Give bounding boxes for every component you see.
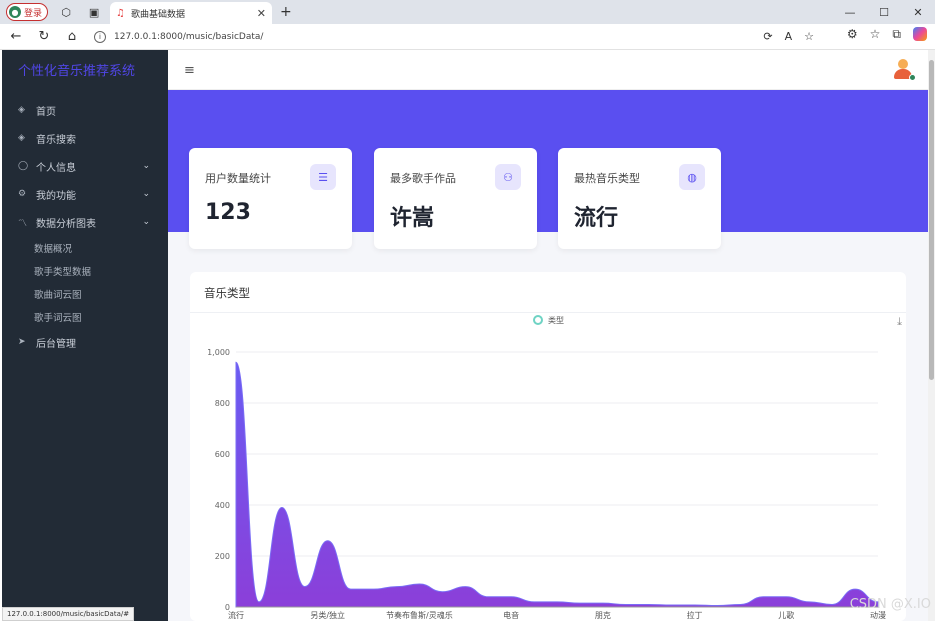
music-type-chart: 02004006008001,000流行 另类/独立 节奏布鲁斯/灵魂乐 电音 朋克 拉丁… bbox=[207, 315, 886, 620]
window-controls: — ☐ ✕ bbox=[833, 0, 935, 24]
card-title: 用户数量统计 bbox=[205, 172, 271, 185]
series-area-types bbox=[235, 361, 879, 608]
close-tab-icon[interactable]: ✕ bbox=[257, 7, 266, 20]
chevron-down-icon: ⌄ bbox=[142, 161, 150, 171]
music-type-panel: 音乐类型 ⤓ 0 200 400 600 800 1,000 流行 另类/独立 节奏布鲁斯/灵魂… bbox=[190, 272, 906, 621]
favorite-star-icon[interactable]: ☆ bbox=[804, 30, 814, 43]
sidebar-item-personal-info[interactable]: ◯ 个人信息 ⌄ bbox=[2, 152, 168, 180]
stat-card-top-genre: 最热音乐类型 流行 ◍ bbox=[558, 148, 721, 249]
tab-title: 歌曲基础数据 bbox=[130, 9, 185, 20]
sidebar-subitem-artist-wordcloud[interactable]: 歌手词云图 bbox=[2, 305, 168, 328]
stat-card-users: 用户数量统计 123 ☰ bbox=[189, 148, 352, 249]
users-icon: ⚇ bbox=[495, 164, 521, 190]
workspaces-icon[interactable]: ⬡ bbox=[56, 2, 76, 22]
sidebar-subitem-data-overview[interactable]: 数据概况 bbox=[2, 236, 168, 259]
close-window-icon[interactable]: ✕ bbox=[901, 0, 935, 24]
layers-icon: ◈ bbox=[18, 133, 25, 143]
y-tick-label: 400 bbox=[215, 501, 230, 510]
x-tick-label: 拉丁 bbox=[687, 610, 703, 620]
legend-marker bbox=[533, 315, 543, 325]
gear-icon: ⚙ bbox=[18, 189, 27, 199]
sidebar-item-my-functions[interactable]: ⚙ 我的功能 ⌄ bbox=[2, 180, 168, 208]
user-icon: ◯ bbox=[18, 161, 29, 171]
card-value: 123 bbox=[205, 200, 251, 225]
card-title: 最多歌手作品 bbox=[390, 172, 456, 185]
card-title: 最热音乐类型 bbox=[574, 172, 640, 185]
favorites-icon[interactable]: ☆ bbox=[870, 27, 881, 42]
url-text: 127.0.0.1:8000/music/basicData/ bbox=[114, 31, 264, 42]
sidebar-item-label: 个人信息 bbox=[36, 162, 76, 174]
y-tick-label: 600 bbox=[215, 450, 230, 459]
top-header: ≡ bbox=[168, 50, 928, 90]
login-button[interactable]: ● 登录 bbox=[6, 3, 49, 21]
login-label: 登录 bbox=[24, 8, 43, 19]
browser-tab-active[interactable]: ♫ 歌曲基础数据 ✕ bbox=[110, 2, 273, 24]
profile-icon: ● bbox=[9, 6, 21, 18]
read-aloud-icon[interactable]: A bbox=[785, 30, 793, 43]
layers-icon: ◈ bbox=[18, 105, 25, 115]
trend-icon: 〽 bbox=[18, 218, 28, 229]
copilot-icon[interactable] bbox=[913, 27, 927, 41]
y-tick-label: 200 bbox=[215, 552, 230, 561]
card-value: 许嵩 bbox=[390, 206, 435, 231]
collections-icon[interactable]: ⧉ bbox=[892, 27, 901, 42]
new-tab-icon[interactable]: + bbox=[280, 4, 292, 20]
sidebar-subitem-song-wordcloud[interactable]: 歌曲词云图 bbox=[2, 282, 168, 305]
address-bar: ← ↻ ⌂ i 127.0.0.1:8000/music/basicData/ … bbox=[0, 24, 935, 50]
chevron-down-icon: ⌄ bbox=[142, 189, 150, 199]
url-field[interactable]: i 127.0.0.1:8000/music/basicData/ ⟳ A ☆ bbox=[94, 27, 814, 47]
sidebar-item-label: 音乐搜索 bbox=[36, 134, 76, 146]
globe-icon: ◍ bbox=[679, 164, 705, 190]
page-scrollbar[interactable] bbox=[928, 50, 935, 621]
sidebar-item-label: 后台管理 bbox=[36, 338, 76, 350]
translate-icon[interactable]: ⟳ bbox=[763, 30, 772, 43]
sidebar-item-home[interactable]: ◈ 首页 bbox=[2, 96, 168, 124]
tab-actions-icon[interactable]: ▣ bbox=[84, 2, 104, 22]
status-url: 127.0.0.1:8000/music/basicData/# bbox=[2, 607, 135, 621]
x-tick-label: 朋克 bbox=[595, 611, 611, 620]
sidebar-item-data-charts[interactable]: 〽 数据分析图表 ⌄ bbox=[2, 208, 168, 236]
legend-label: 类型 bbox=[548, 315, 564, 325]
chevron-down-icon: ⌄ bbox=[142, 217, 150, 227]
x-tick-label: 节奏布鲁斯/灵魂乐 bbox=[386, 610, 453, 620]
reload-icon[interactable]: ↻ bbox=[32, 25, 56, 49]
x-tick-label: 电音 bbox=[503, 610, 519, 620]
maximize-icon[interactable]: ☐ bbox=[867, 0, 901, 24]
list-icon: ☰ bbox=[310, 164, 336, 190]
x-tick-label: 流行 bbox=[228, 610, 244, 620]
site-info-icon[interactable]: i bbox=[94, 30, 106, 43]
x-tick-label: 儿歌 bbox=[778, 610, 794, 620]
y-tick-label: 1,000 bbox=[207, 348, 230, 357]
sidebar-item-label: 首页 bbox=[36, 106, 56, 118]
avatar[interactable] bbox=[892, 59, 916, 81]
watermark: CSDN @X.IO bbox=[849, 597, 931, 612]
music-favicon-icon: ♫ bbox=[116, 7, 125, 19]
sidebar-item-music-search[interactable]: ◈ 音乐搜索 bbox=[2, 124, 168, 152]
extensions-icon[interactable]: ⚙ bbox=[847, 27, 858, 42]
sidebar: 个性化音乐推荐系统 ◈ 首页 ◈ 音乐搜索 ◯ 个人信息 ⌄ ⚙ 我的功能 ⌄ … bbox=[2, 50, 168, 621]
back-icon[interactable]: ← bbox=[4, 25, 28, 49]
sidebar-item-admin[interactable]: ➤ 后台管理 bbox=[2, 328, 168, 356]
y-tick-label: 800 bbox=[215, 399, 230, 408]
home-icon[interactable]: ⌂ bbox=[60, 25, 84, 49]
send-icon: ➤ bbox=[18, 337, 26, 347]
x-tick-label: 另类/独立 bbox=[310, 610, 345, 620]
sidebar-item-label: 数据分析图表 bbox=[36, 218, 96, 230]
brand-title[interactable]: 个性化音乐推荐系统 bbox=[2, 50, 168, 88]
browser-tab-bar: ● 登录 ⬡ ▣ ♫ 歌曲基础数据 ✕ + — ☐ ✕ bbox=[0, 0, 935, 24]
stat-card-top-artist: 最多歌手作品 许嵩 ⚇ bbox=[374, 148, 537, 249]
sidebar-subitem-artist-type[interactable]: 歌手类型数据 bbox=[2, 259, 168, 282]
sidebar-item-label: 我的功能 bbox=[36, 190, 76, 202]
online-status-icon bbox=[909, 74, 916, 81]
hamburger-menu-icon[interactable]: ≡ bbox=[184, 63, 195, 78]
minimize-icon[interactable]: — bbox=[833, 0, 867, 24]
card-value: 流行 bbox=[574, 206, 619, 231]
